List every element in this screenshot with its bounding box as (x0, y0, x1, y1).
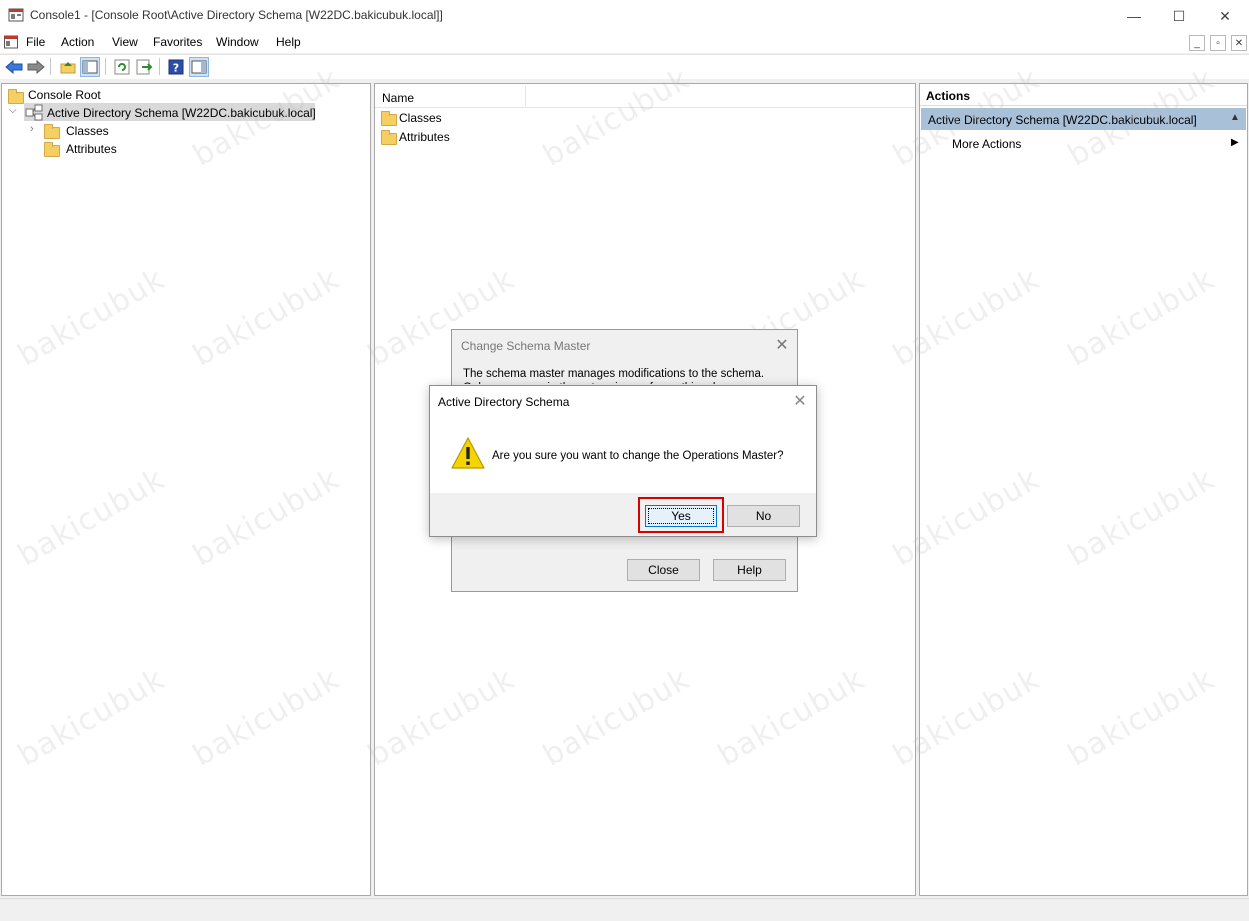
confirm-dialog: Active Directory Schema ✕ Are you sure y… (429, 385, 817, 537)
help-icon[interactable]: ? (166, 57, 186, 77)
window-title: Console1 - [Console Root\Active Director… (30, 8, 443, 22)
close-button[interactable]: Close (627, 559, 700, 581)
close-icon[interactable]: ✕ (773, 335, 791, 354)
classes-folder-icon (381, 111, 397, 126)
confirm-message: Are you sure you want to change the Oper… (492, 450, 784, 462)
schema-snapin-icon (25, 104, 43, 121)
menu-action[interactable]: Action (61, 35, 94, 49)
toolbar (0, 54, 1249, 79)
tree-item-active-directory-schema[interactable]: Active Directory Schema [W22DC.bakicubuk… (47, 106, 316, 120)
minimize-button[interactable]: — (1111, 0, 1157, 32)
back-arrow-icon[interactable] (4, 57, 24, 77)
chevron-down-icon[interactable]: ⌵ (9, 105, 17, 116)
close-icon[interactable]: ✕ (790, 391, 810, 411)
attributes-folder-icon (44, 142, 60, 157)
dialog-title: Change Schema Master (461, 339, 591, 353)
svg-text:?: ? (173, 62, 179, 75)
attributes-folder-icon (381, 130, 397, 145)
classes-folder-icon (44, 124, 60, 139)
export-list-icon[interactable] (134, 57, 154, 77)
child-restore-button[interactable]: ▫ (1210, 35, 1226, 51)
no-button[interactable]: No (727, 505, 800, 527)
submenu-arrow-icon: ▶ (1231, 137, 1239, 148)
child-close-button[interactable]: ✕ (1231, 35, 1247, 51)
toolbar-separator (159, 58, 160, 75)
warning-icon (451, 437, 485, 469)
chevron-right-icon[interactable]: › (30, 123, 34, 135)
show-hide-tree-icon[interactable] (80, 57, 100, 77)
console-root-folder-icon (8, 89, 24, 104)
tree-item-attributes[interactable]: Attributes (66, 142, 117, 156)
list-item[interactable]: Attributes (399, 130, 450, 144)
actions-pane: Actions Active Directory Schema [W22DC.b… (919, 83, 1248, 896)
list-column-header[interactable]: Name (375, 84, 915, 108)
status-bar (0, 898, 1249, 921)
collapse-up-icon[interactable]: ▲ (1230, 112, 1240, 123)
toolbar-separator (50, 58, 51, 75)
console-tree-pane[interactable]: Console Root ⌵ Active Directory Schema [… (1, 83, 371, 896)
close-window-button[interactable]: ✕ (1202, 0, 1248, 32)
menu-favorites[interactable]: Favorites (153, 35, 202, 49)
dialog-description: The schema master manages modifications … (463, 368, 765, 384)
actions-header: Actions (920, 84, 1247, 106)
actions-section-label: Active Directory Schema [W22DC.bakicubuk… (928, 113, 1197, 127)
column-divider[interactable] (525, 86, 526, 106)
child-minimize-button[interactable]: _ (1189, 35, 1205, 51)
dialog-title: Active Directory Schema (438, 395, 570, 409)
actions-section-header[interactable]: Active Directory Schema [W22DC.bakicubuk… (921, 108, 1246, 130)
up-folder-icon[interactable] (58, 57, 78, 77)
menu-file[interactable]: File (26, 35, 45, 49)
dialog-footer: Yes No (430, 493, 816, 536)
tree-item-console-root[interactable]: Console Root (28, 88, 101, 102)
refresh-icon[interactable] (112, 57, 132, 77)
more-actions-item[interactable]: More Actions (952, 137, 1021, 151)
menu-view[interactable]: View (112, 35, 138, 49)
menu-help[interactable]: Help (276, 35, 301, 49)
mmc-app-icon[interactable] (8, 7, 24, 23)
maximize-button[interactable]: ☐ (1156, 0, 1202, 32)
console-menu-icon[interactable] (4, 35, 18, 49)
help-button[interactable]: Help (713, 559, 786, 581)
tree-item-classes[interactable]: Classes (66, 124, 109, 138)
menu-window[interactable]: Window (216, 35, 259, 49)
column-name[interactable]: Name (382, 91, 414, 105)
toolbar-separator (105, 58, 106, 75)
actions-title: Actions (926, 89, 971, 103)
yes-button-highlight (638, 497, 724, 533)
list-item[interactable]: Classes (399, 111, 442, 125)
show-hide-action-pane-icon[interactable] (189, 57, 209, 77)
forward-arrow-icon[interactable] (26, 57, 46, 77)
